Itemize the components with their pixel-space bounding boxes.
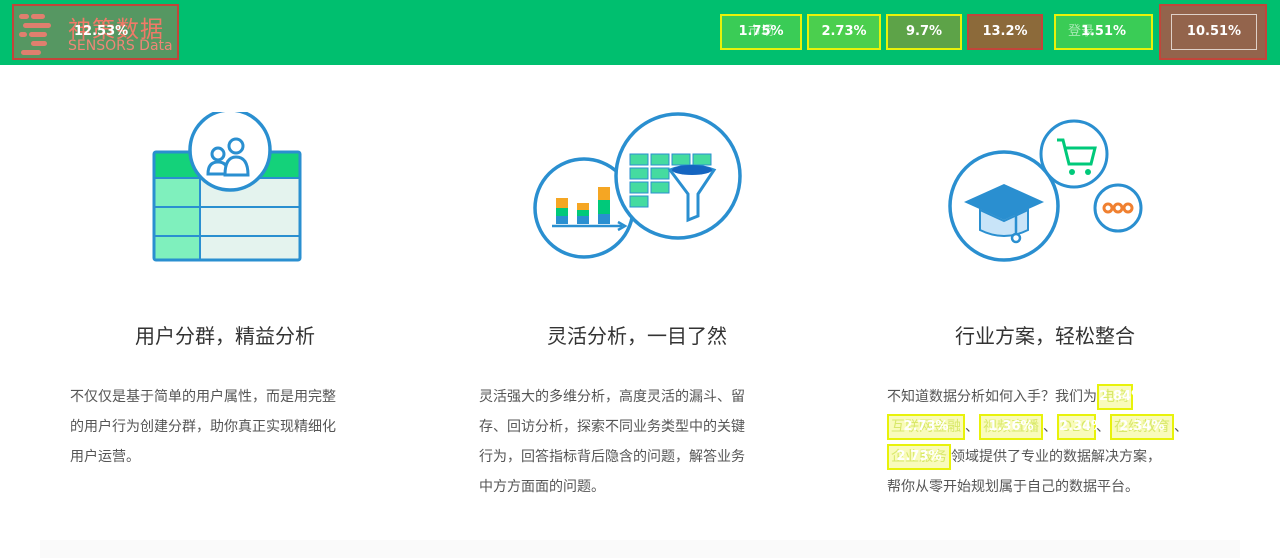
nav-item-click-rate: 2.73% [821,24,867,39]
feature-title-industry: 行业方案，轻松整合 [955,324,1135,348]
nav-item-click-rate: 13.2% [982,24,1028,39]
feature-desc-segmentation: 不仅仅是基于简单的用户属性，而是用完整 的用户行为创建分群，助你真正实现精细化 … [70,382,336,472]
link-click-rate: 1.36% [988,419,1034,434]
demo-button[interactable]: 10.51% [1159,4,1267,60]
desc-line: 帮你从零开始规划属于自己的数据平台。 [887,479,1139,495]
industry-link-fintech[interactable]: 互联网金融 2.73% [887,414,965,440]
industry-link-online-education[interactable]: 在线教育 2.34% [1109,414,1174,440]
nav-item-click-rate: 1.51% [1080,24,1127,39]
industry-link-ecommerce[interactable]: 电商 2.84% [1097,384,1145,410]
nav-item-click-rate: 1.75% [738,24,784,39]
flexible-analysis-illustration [533,112,742,259]
desc-line: 企业服务 2.73% 领域提供了专业的数据解决方案， [887,442,1188,472]
desc-line: 不仅仅是基于简单的用户属性，而是用完整 [70,389,336,405]
industry-solution-illustration [948,119,1143,262]
link-click-rate: 2.73% [903,419,949,434]
feature-desc-industry: 不知道数据分析如何入手？我们为 电商 2.84% 互联网金融 2.73%、视频直播 1.… [887,382,1188,502]
desc-line: 不知道数据分析如何入手？我们为 电商 2.84% [887,382,1188,412]
nav-item-3[interactable]: 9.7% [886,14,962,50]
desc-line: 中方方面面的问题。 [479,479,605,495]
nav-item-4[interactable]: 13.2% [967,14,1043,50]
desc-line: 互联网金融 2.73%、视频直播 1.36%、 O2O 2.34%、在线教育 2.34%、 [887,412,1188,442]
industry-link-enterprise[interactable]: 企业服务 2.73% [887,444,951,470]
brand-logo[interactable]: 神策数据 SENSORS Data 12.53% [12,4,179,60]
next-section-edge [40,540,1240,558]
feature-desc-analysis: 灵活强大的多维分析，高度灵活的漏斗、留 存、回访分析，探索不同业务类型中的关键 … [479,382,745,502]
desc-text: 不知道数据分析如何入手？我们为 [887,389,1097,405]
industry-link-o2o[interactable]: O2O 2.34% [1057,414,1105,440]
brand-name-en: SENSORS Data [68,38,173,54]
desc-line: 灵活强大的多维分析，高度灵活的漏斗、留 [479,389,745,405]
desc-text: 领域提供了专业的数据解决方案， [951,449,1161,465]
link-click-rate: 2.34% [1059,419,1105,434]
desc-line: 用户运营。 [70,449,140,465]
logo-click-rate: 12.53% [74,24,129,39]
nav-item-market[interactable]: 市场 1.75% [720,14,802,50]
nav-item-2[interactable]: 2.73% [807,14,881,50]
top-navigation-bar: 神策数据 SENSORS Data 12.53% 市场 1.75% 2.73% … [0,0,1280,65]
industry-link-video-live[interactable]: 视频直播 1.36% [979,414,1043,440]
logo-mark-icon [17,10,67,56]
desc-line: 行为，回答指标背后隐含的问题，解答业务 [479,449,745,465]
demo-button-click-rate: 10.51% [1171,14,1257,50]
link-click-rate: 2.84% [1099,389,1145,404]
link-click-rate: 2.34% [1119,419,1165,434]
feature-title-analysis: 灵活分析，一目了然 [547,324,727,348]
feature-title-segmentation: 用户分群，精益分析 [135,324,315,348]
link-click-rate: 2.73% [896,449,942,464]
user-segment-illustration [152,112,302,262]
nav-item-click-rate: 9.7% [905,24,943,39]
desc-line: 存、回访分析，探索不同业务类型中的关键 [479,419,745,435]
desc-line: 的用户行为创建分群，助你真正实现精细化 [70,419,336,435]
nav-item-login[interactable]: 登录 1.51% [1054,14,1153,50]
